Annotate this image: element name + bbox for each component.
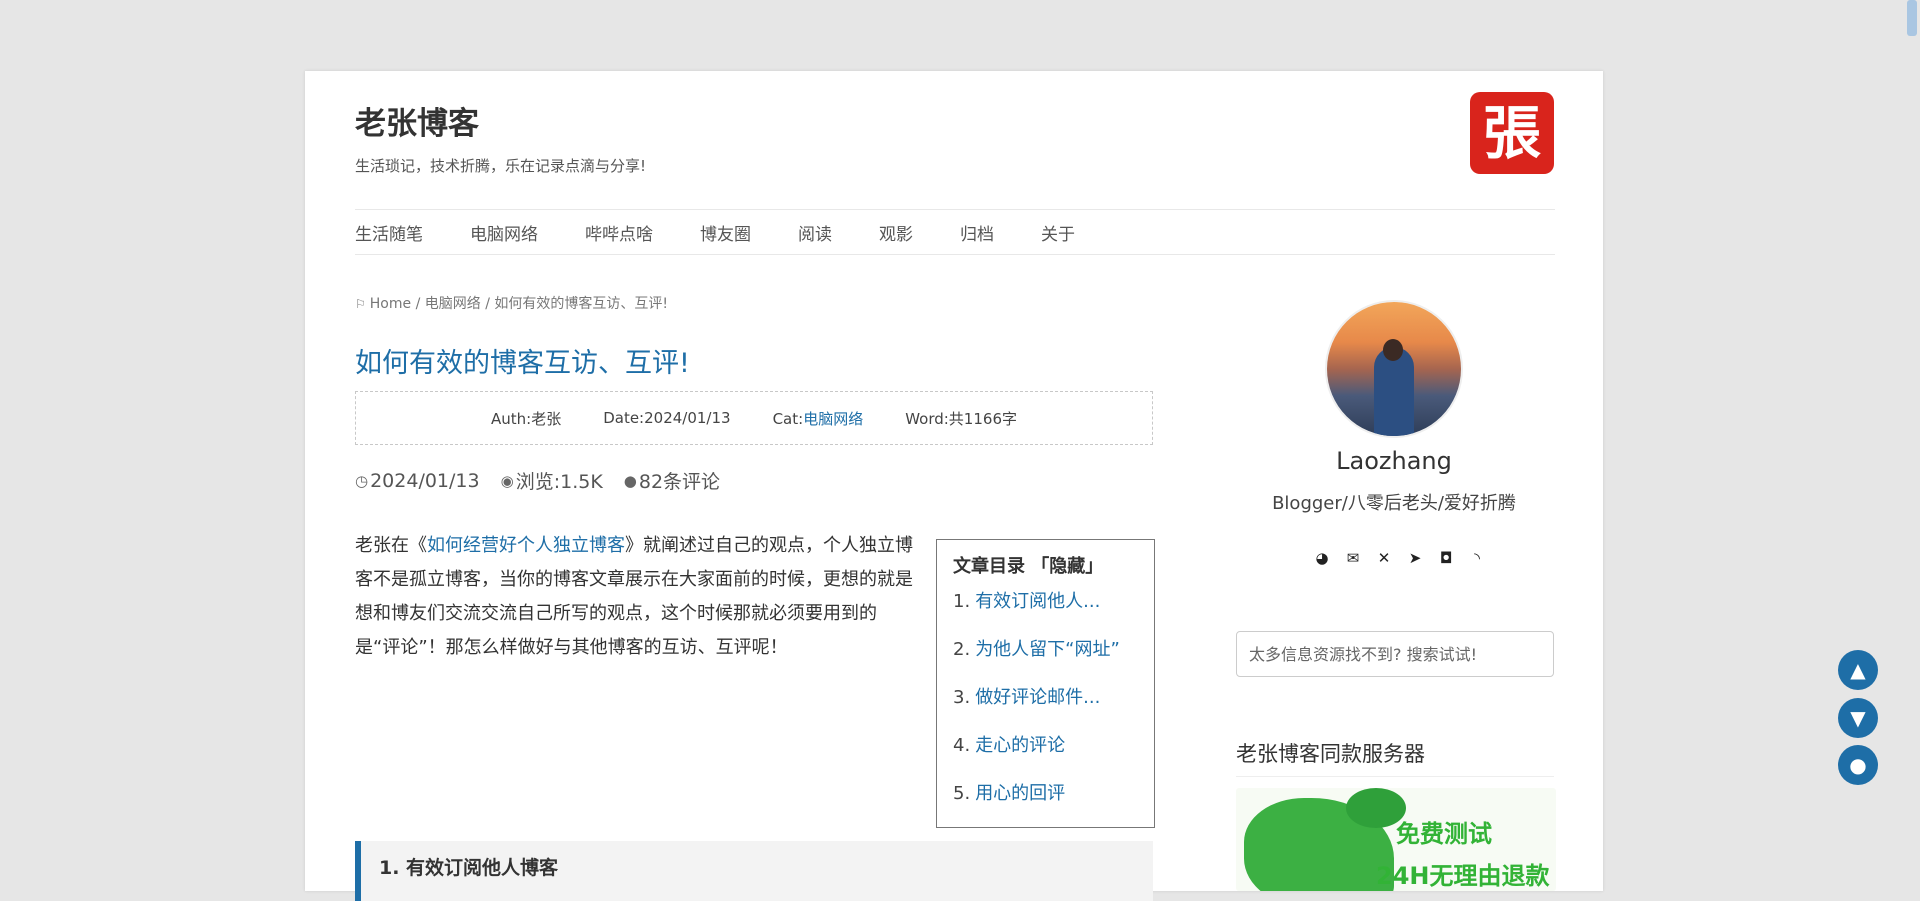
breadcrumb-current: 如何有效的博客互访、互评! bbox=[494, 296, 668, 312]
post-meta: Auth:老张 Date:2024/01/13 Cat:电脑网络 Word:共1… bbox=[355, 391, 1153, 445]
toc-item[interactable]: 5. 用心的回评 bbox=[953, 784, 1138, 832]
toc-item-number: 3. bbox=[953, 687, 971, 708]
toc-item[interactable]: 2. 为他人留下“网址” bbox=[953, 640, 1138, 688]
flag-icon: ⚐ bbox=[355, 297, 366, 311]
page-container: 老张博客 生活琐记，技术折腾，乐在记录点滴与分享! 張 生活随笔 电脑网络 哔哔… bbox=[305, 71, 1603, 901]
arrow-down-icon: ▼ bbox=[1850, 706, 1866, 730]
chat-bubble-icon: ● bbox=[1849, 753, 1867, 777]
site-description: 生活琐记，技术折腾，乐在记录点滴与分享! bbox=[355, 157, 647, 175]
avatar-head-shape bbox=[1383, 339, 1403, 361]
stat-date-value: 2024/01/13 bbox=[370, 469, 480, 492]
breadcrumb-category[interactable]: 电脑网络 bbox=[425, 296, 481, 312]
intro-link[interactable]: 如何经营好个人独立博客 bbox=[427, 535, 625, 556]
github-icon[interactable]: ◕ bbox=[1312, 548, 1332, 568]
nav-item-friends[interactable]: 博友圈 bbox=[700, 220, 751, 245]
rss-icon[interactable]: ◝ bbox=[1467, 548, 1487, 568]
toc-item-label[interactable]: 做好评论邮件... bbox=[975, 687, 1100, 708]
mail-icon[interactable]: ✉ bbox=[1343, 548, 1363, 568]
nav-item-about[interactable]: 关于 bbox=[1041, 220, 1075, 245]
meta-author: Auth:老张 bbox=[490, 409, 562, 428]
toc-item[interactable]: 3. 做好评论邮件... bbox=[953, 688, 1138, 736]
nav-item-reading[interactable]: 阅读 bbox=[798, 220, 832, 245]
meta-date: Date:2024/01/13 bbox=[603, 409, 731, 427]
stat-comments[interactable]: ● 82条评论 bbox=[624, 467, 720, 494]
scroll-bottom-button[interactable]: ▼ bbox=[1838, 698, 1878, 738]
site-logo[interactable]: 張 bbox=[1470, 92, 1554, 174]
stat-views: ◉ 浏览:1.5K bbox=[501, 467, 603, 494]
toc-item-number: 4. bbox=[953, 735, 971, 756]
comments-button[interactable]: ● bbox=[1838, 745, 1878, 785]
avatar[interactable] bbox=[1327, 302, 1461, 436]
nav-item-life[interactable]: 生活随笔 bbox=[355, 220, 423, 245]
stat-comments-value[interactable]: 82条评论 bbox=[639, 467, 720, 494]
post-intro: 老张在《如何经营好个人独立博客》就阐述过自己的观点，个人独立博客不是孤立博客，当… bbox=[355, 529, 915, 665]
arrow-up-icon: ▲ bbox=[1850, 658, 1866, 682]
toc-item[interactable]: 4. 走心的评论 bbox=[953, 736, 1138, 784]
toc-title[interactable]: 文章目录 「隐藏」 bbox=[953, 552, 1138, 578]
toc-item-number: 5. bbox=[953, 783, 971, 804]
server-ad-banner[interactable]: 免费测试 24H无理由退款 bbox=[1236, 788, 1556, 891]
breadcrumb-separator: / bbox=[415, 296, 421, 312]
toc-item[interactable]: 1. 有效订阅他人... bbox=[953, 592, 1138, 640]
nav-item-archive[interactable]: 归档 bbox=[960, 220, 994, 245]
author-bio: Blogger/八零后老头/爱好折腾 bbox=[1272, 493, 1516, 514]
clock-icon: ◷ bbox=[355, 471, 369, 490]
meta-word-count: Word:共1166字 bbox=[905, 409, 1017, 428]
post-stats: ◷ 2024/01/13 ◉ 浏览:1.5K ● 82条评论 bbox=[355, 467, 720, 494]
social-links: ◕ ✉ ✕ ➤ ◘ ◝ bbox=[1312, 548, 1487, 568]
toc-item-label[interactable]: 有效订阅他人... bbox=[975, 591, 1100, 612]
intro-prefix: 老张在《 bbox=[355, 535, 427, 556]
telegram-icon[interactable]: ➤ bbox=[1405, 548, 1425, 568]
toc-item-label[interactable]: 用心的回评 bbox=[975, 783, 1065, 804]
toc-item-number: 1. bbox=[953, 591, 971, 612]
toc-item-label[interactable]: 为他人留下“网址” bbox=[975, 639, 1120, 660]
breadcrumb-home[interactable]: Home bbox=[370, 296, 411, 312]
comment-icon: ● bbox=[623, 471, 637, 490]
banner-text-refund: 24H无理由退款 bbox=[1376, 862, 1550, 890]
section-heading: 1. 有效订阅他人博客 bbox=[355, 841, 1153, 901]
author-name: Laozhang bbox=[1336, 447, 1452, 475]
instagram-icon[interactable]: ◘ bbox=[1436, 548, 1456, 568]
scrollbar-thumb[interactable] bbox=[1907, 0, 1917, 36]
stat-views-value: 浏览:1.5K bbox=[515, 471, 603, 493]
main-nav: 生活随笔 电脑网络 哔哔点啥 博友圈 阅读 观影 归档 关于 bbox=[355, 209, 1555, 255]
eye-icon: ◉ bbox=[500, 471, 514, 490]
breadcrumb: ⚐ Home / 电脑网络 / 如何有效的博客互访、互评! bbox=[355, 293, 668, 313]
meta-category-link[interactable]: 电脑网络 bbox=[803, 410, 863, 428]
x-icon[interactable]: ✕ bbox=[1374, 548, 1394, 568]
breadcrumb-separator: / bbox=[485, 296, 490, 312]
banner-text-free-trial: 免费测试 bbox=[1396, 820, 1492, 848]
search-input[interactable] bbox=[1236, 631, 1554, 677]
table-of-contents: 文章目录 「隐藏」 1. 有效订阅他人... 2. 为他人留下“网址” 3. 做好评论… bbox=[936, 539, 1155, 828]
post-title[interactable]: 如何有效的博客互访、互评! bbox=[355, 341, 690, 380]
toc-item-label[interactable]: 走心的评论 bbox=[975, 735, 1065, 756]
toc-item-number: 2. bbox=[953, 639, 971, 660]
meta-category-label: Cat: bbox=[772, 409, 804, 428]
widget-title: 老张博客同款服务器 bbox=[1236, 738, 1554, 777]
nav-item-chat[interactable]: 哔哔点啥 bbox=[585, 220, 653, 245]
nav-item-movies[interactable]: 观影 bbox=[879, 220, 913, 245]
stat-date: ◷ 2024/01/13 bbox=[355, 467, 480, 494]
site-title[interactable]: 老张博客 bbox=[355, 98, 479, 143]
scroll-top-button[interactable]: ▲ bbox=[1838, 650, 1878, 690]
nav-item-computer[interactable]: 电脑网络 bbox=[470, 220, 538, 245]
meta-category: Cat:电脑网络 bbox=[773, 408, 864, 429]
